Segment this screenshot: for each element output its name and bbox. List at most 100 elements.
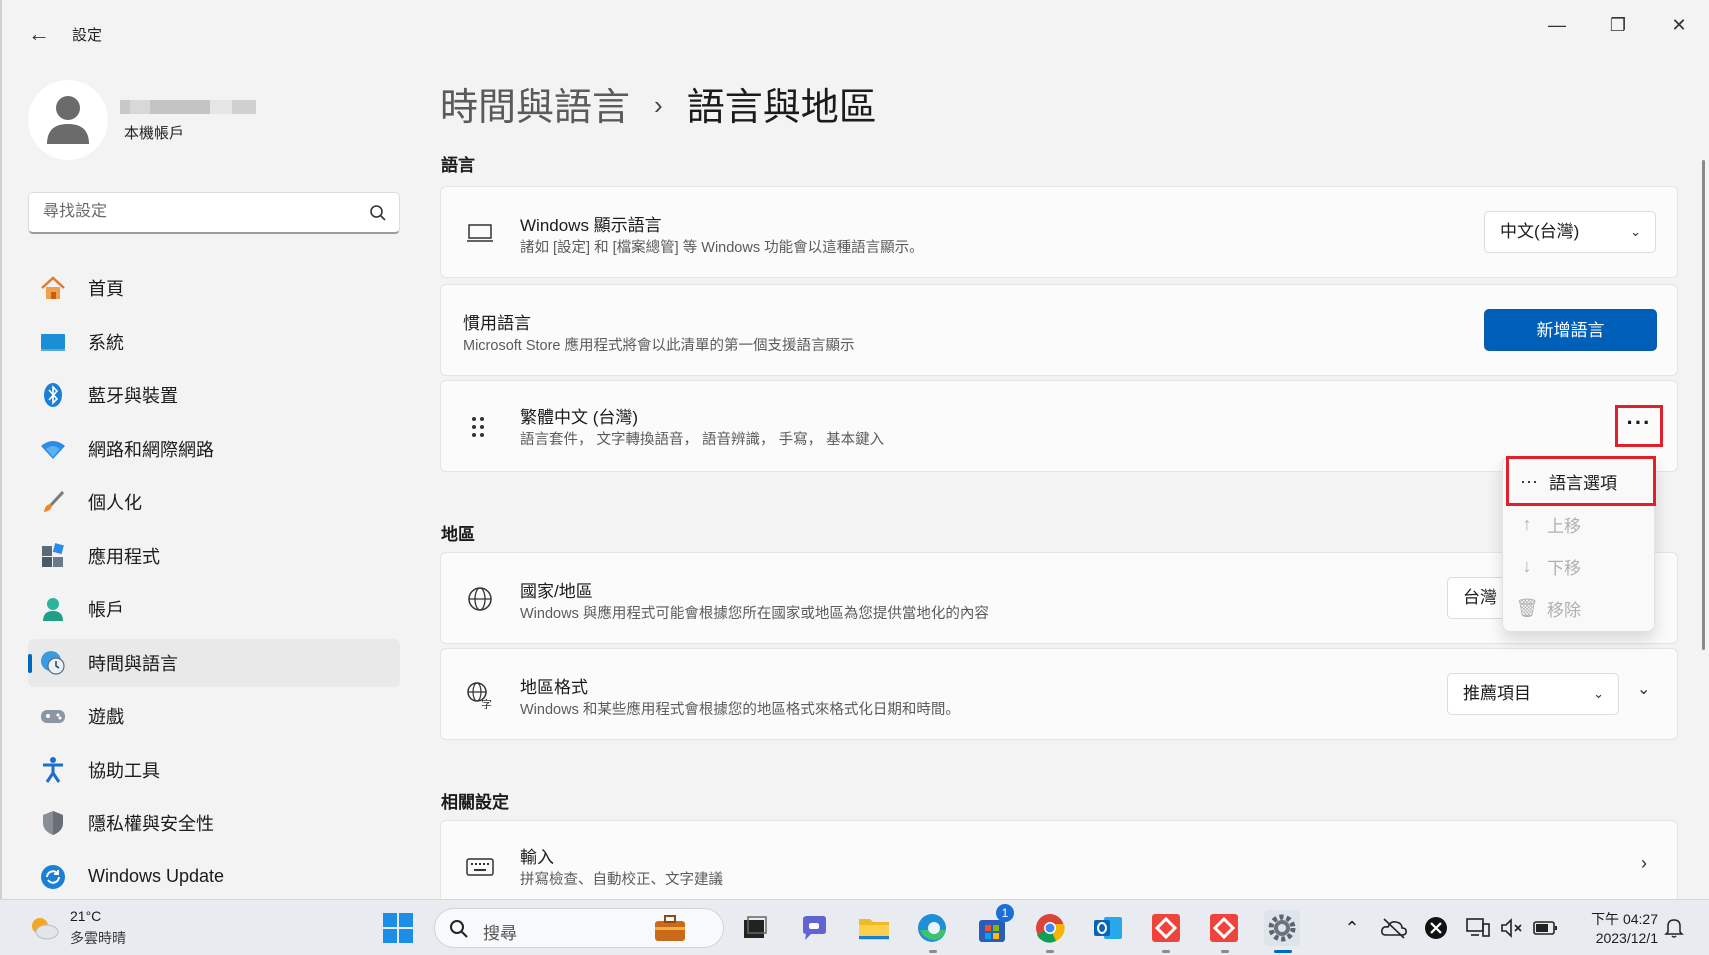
maximize-button[interactable]: ❐ xyxy=(1595,10,1641,40)
weather-icon[interactable] xyxy=(26,910,62,946)
display-language-card: Windows 顯示語言 諸如 [設定] 和 [檔案總管] 等 Windows … xyxy=(440,186,1678,278)
country-region-card: 國家/地區 Windows 與應用程式可能會根據您所在國家或地區為您提供當地化的… xyxy=(440,552,1678,644)
sidebar-item-gaming[interactable]: 遊戲 xyxy=(28,692,400,740)
regional-format-desc: Windows 和某些應用程式會根據您的地區格式來格式化日期和時間。 xyxy=(520,702,960,718)
regional-format-value: 推薦項目 xyxy=(1463,684,1531,703)
chrome-icon[interactable] xyxy=(1032,910,1068,946)
scrollbar[interactable] xyxy=(1702,160,1705,650)
sidebar-item-apps[interactable]: 應用程式 xyxy=(28,532,400,580)
section-header-language: 語言 xyxy=(441,156,475,175)
sidebar-item-windows-update[interactable]: Windows Update xyxy=(28,853,400,901)
volume-muted-icon[interactable] xyxy=(1494,910,1530,946)
language-context-menu: ··· 語言選項 ↑ 上移 ↓ 下移 🗑 移除 xyxy=(1502,456,1656,632)
country-region-value: 台灣 xyxy=(1463,588,1497,607)
sidebar-item-personalization[interactable]: 個人化 xyxy=(28,478,400,526)
search-input[interactable] xyxy=(29,193,349,231)
edge-icon[interactable] xyxy=(914,910,950,946)
display-language-dropdown[interactable]: 中文(台灣) ⌄ xyxy=(1484,211,1656,253)
clock-time[interactable]: 下午 04:27 xyxy=(1578,909,1658,929)
chevron-up-icon[interactable]: ⌃ xyxy=(1334,910,1370,946)
taskbar-search-label: 搜尋 xyxy=(483,924,517,943)
section-header-region: 地區 xyxy=(441,525,475,544)
sidebar-item-system[interactable]: 系統 xyxy=(28,318,400,366)
drag-handle-icon[interactable] xyxy=(463,412,493,442)
main-content: 時間與語言 › 語言與地區 語言 Windows 顯示語言 諸如 [設定] 和 [檔… xyxy=(440,60,1680,912)
sidebar-item-home[interactable]: 首頁 xyxy=(28,264,400,312)
language-more-button[interactable]: ··· xyxy=(1615,405,1663,447)
briefcase-icon xyxy=(653,913,687,947)
menu-item-move-up[interactable]: ↑ 上移 xyxy=(1507,503,1652,545)
person-silhouette-icon xyxy=(47,96,89,144)
sidebar-item-time-language[interactable]: 時間與語言 xyxy=(28,638,400,687)
start-windows-icon[interactable] xyxy=(380,910,416,946)
monitor-icon xyxy=(38,327,68,357)
chat-icon[interactable] xyxy=(796,910,832,946)
regional-format-dropdown[interactable]: 推薦項目 ⌄ xyxy=(1447,673,1619,715)
sidebar-nav: 首頁 系統 藍牙與裝置 網路和網際網路 個人化 應用程式 帳戶 時間與語言 遊戲… xyxy=(28,264,400,906)
running-indicator xyxy=(929,950,937,953)
task-view-icon[interactable] xyxy=(736,910,772,946)
close-circle-icon[interactable] xyxy=(1418,910,1454,946)
notification-bell-icon[interactable] xyxy=(1656,910,1692,946)
settings-search-box[interactable] xyxy=(28,192,400,234)
sidebar-item-accessibility[interactable]: 協助工具 xyxy=(28,746,400,794)
regional-format-title: 地區格式 xyxy=(520,678,588,697)
sidebar-item-network[interactable]: 網路和網際網路 xyxy=(28,425,400,473)
input-settings-title: 輸入 xyxy=(520,848,554,867)
search-icon[interactable] xyxy=(369,204,387,222)
clock-globe-icon xyxy=(38,648,68,678)
network-icon[interactable] xyxy=(1460,910,1496,946)
minimize-button[interactable]: — xyxy=(1534,10,1580,40)
sidebar-item-bluetooth[interactable]: 藍牙與裝置 xyxy=(28,371,400,419)
menu-item-language-options[interactable]: ··· 語言選項 xyxy=(1506,456,1656,506)
bluetooth-icon xyxy=(38,380,68,410)
regional-format-card[interactable]: 字 地區格式 Windows 和某些應用程式會根據您的地區格式來格式化日期和時間… xyxy=(440,648,1678,740)
arrow-down-icon: ↓ xyxy=(1522,555,1532,576)
outlook-icon[interactable] xyxy=(1090,910,1126,946)
taskbar-search[interactable]: 搜尋 xyxy=(434,908,724,948)
onedrive-offline-icon[interactable] xyxy=(1376,910,1412,946)
arrow-up-icon: ↑ xyxy=(1522,513,1532,534)
store-badge: 1 xyxy=(996,904,1014,922)
display-language-desc: 諸如 [設定] 和 [檔案總管] 等 Windows 功能會以這種語言顯示。 xyxy=(520,240,924,256)
breadcrumb-separator: › xyxy=(654,90,663,121)
anydesk-icon-2[interactable] xyxy=(1206,910,1242,946)
anydesk-icon[interactable] xyxy=(1148,910,1184,946)
close-button[interactable]: ✕ xyxy=(1656,10,1702,40)
taskbar: 21°C 多雲時晴 搜尋 1 ⌃ 下午 04:27 2023/12/1 xyxy=(0,899,1709,955)
preferred-languages-card: 慣用語言 Microsoft Store 應用程式將會以此清單的第一個支援語言顯… xyxy=(440,284,1678,376)
breadcrumb-parent[interactable]: 時間與語言 xyxy=(440,87,630,129)
update-icon xyxy=(38,862,68,892)
country-region-desc: Windows 與應用程式可能會根據您所在國家或地區為您提供當地化的內容 xyxy=(520,606,989,622)
expand-chevron-icon[interactable]: ⌄ xyxy=(1637,679,1650,699)
running-indicator xyxy=(1046,950,1054,953)
file-explorer-icon[interactable] xyxy=(856,910,892,946)
more-icon: ··· xyxy=(1520,470,1538,491)
country-region-title: 國家/地區 xyxy=(520,582,593,601)
sidebar-item-privacy[interactable]: 隱私權與安全性 xyxy=(28,799,400,847)
clock-date[interactable]: 2023/12/1 xyxy=(1570,930,1658,946)
battery-icon[interactable] xyxy=(1528,910,1564,946)
menu-item-remove[interactable]: 🗑 移除 xyxy=(1507,587,1652,629)
person-icon xyxy=(38,594,68,624)
avatar[interactable] xyxy=(28,80,108,160)
menu-item-move-down[interactable]: ↓ 下移 xyxy=(1507,545,1652,587)
section-header-related: 相關設定 xyxy=(441,793,509,812)
sidebar-item-accounts[interactable]: 帳戶 xyxy=(28,585,400,633)
installed-language-desc: 語言套件， 文字轉換語音， 語音辨識， 手寫， 基本鍵入 xyxy=(520,432,885,448)
installed-language-card: 繁體中文 (台灣) 語言套件， 文字轉換語音， 語音辨識， 手寫， 基本鍵入 ·… xyxy=(440,380,1678,472)
settings-gear-icon[interactable] xyxy=(1264,910,1300,946)
preferred-languages-desc: Microsoft Store 應用程式將會以此清單的第一個支援語言顯示 xyxy=(463,338,855,354)
page-title: 語言與地區 xyxy=(686,87,877,129)
preferred-languages-title: 慣用語言 xyxy=(463,314,531,333)
input-settings-desc: 拼寫檢查、自動校正、文字建議 xyxy=(520,872,723,888)
wifi-icon xyxy=(38,434,68,464)
gamepad-icon xyxy=(38,701,68,731)
store-icon[interactable]: 1 xyxy=(974,904,1014,946)
back-arrow-icon[interactable]: ← xyxy=(24,20,54,48)
app-title: 設定 xyxy=(72,27,103,44)
display-language-value: 中文(台灣) xyxy=(1500,222,1580,241)
add-language-button[interactable]: 新增語言 xyxy=(1484,309,1657,351)
chevron-down-icon: ⌄ xyxy=(1593,686,1604,701)
home-icon xyxy=(38,273,68,303)
